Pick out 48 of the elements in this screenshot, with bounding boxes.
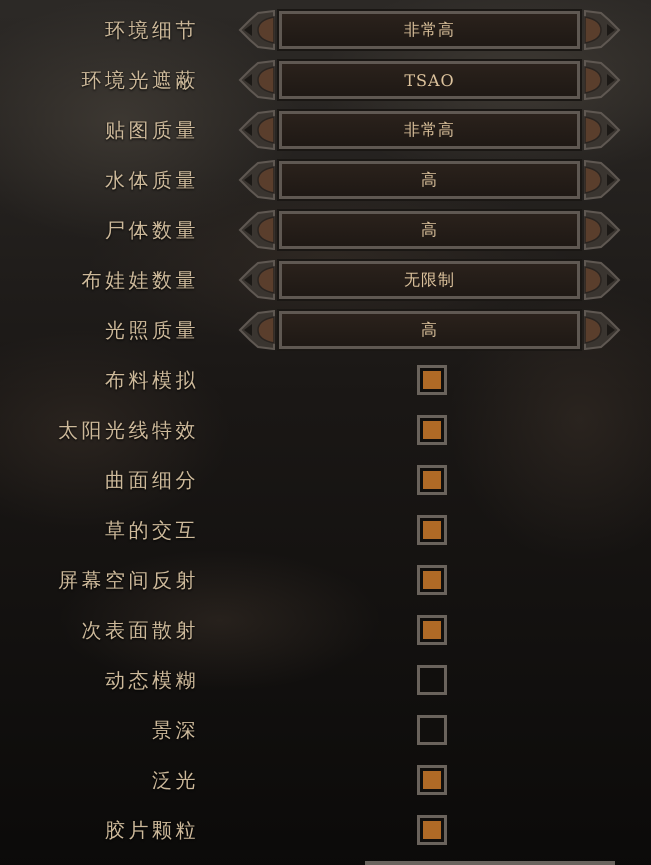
right-arrow-button[interactable] [583, 260, 621, 300]
right-arrow-button[interactable] [583, 60, 621, 100]
setting-label: 次表面散射 [80, 616, 199, 644]
left-arrow-button[interactable] [238, 310, 276, 350]
setting-label: 布娃娃数量 [80, 266, 199, 294]
option-value: 高 [279, 311, 580, 349]
setting-label: 胶片颗粒 [104, 816, 199, 844]
setting-label: 动态模糊 [104, 666, 199, 694]
option-value: 非常高 [279, 11, 580, 49]
right-arrow-button[interactable] [583, 310, 621, 350]
setting-label: 贴图质量 [104, 116, 199, 144]
checkbox[interactable] [417, 815, 447, 845]
left-arrow-button[interactable] [238, 60, 276, 100]
setting-label: 草的交互 [104, 516, 199, 544]
setting-label: 水体质量 [104, 166, 199, 194]
checkbox[interactable] [417, 665, 447, 695]
left-arrow-button[interactable] [238, 260, 276, 300]
setting-label: 光照质量 [104, 316, 199, 344]
setting-label: 屏幕空间反射 [57, 566, 199, 594]
setting-label: 曲面细分 [104, 466, 199, 494]
setting-label: 尸体数量 [104, 216, 199, 244]
checkbox[interactable] [417, 365, 447, 395]
right-arrow-button[interactable] [583, 10, 621, 50]
option-value: 高 [279, 161, 580, 199]
option-value: TSAO [279, 61, 580, 99]
option-value: 无限制 [279, 261, 580, 299]
checkbox[interactable] [417, 615, 447, 645]
setting-label: 泛光 [151, 766, 199, 794]
checkbox[interactable] [417, 415, 447, 445]
left-arrow-button[interactable] [238, 160, 276, 200]
checkbox[interactable] [417, 715, 447, 745]
setting-label: 太阳光线特效 [57, 416, 199, 444]
checkbox[interactable] [417, 565, 447, 595]
right-arrow-button[interactable] [583, 110, 621, 150]
checkbox[interactable] [417, 465, 447, 495]
left-arrow-button[interactable] [238, 210, 276, 250]
checkbox[interactable] [417, 765, 447, 795]
setting-label: 布料模拟 [104, 366, 199, 394]
left-arrow-button[interactable] [238, 110, 276, 150]
option-value: 非常高 [279, 111, 580, 149]
setting-label: 环境光遮蔽 [80, 66, 199, 94]
setting-label: 景深 [151, 716, 199, 744]
right-arrow-button[interactable] [583, 160, 621, 200]
setting-label: 环境细节 [104, 16, 199, 44]
option-value: 高 [279, 211, 580, 249]
right-arrow-button[interactable] [583, 210, 621, 250]
left-arrow-button[interactable] [238, 10, 276, 50]
checkbox[interactable] [417, 515, 447, 545]
